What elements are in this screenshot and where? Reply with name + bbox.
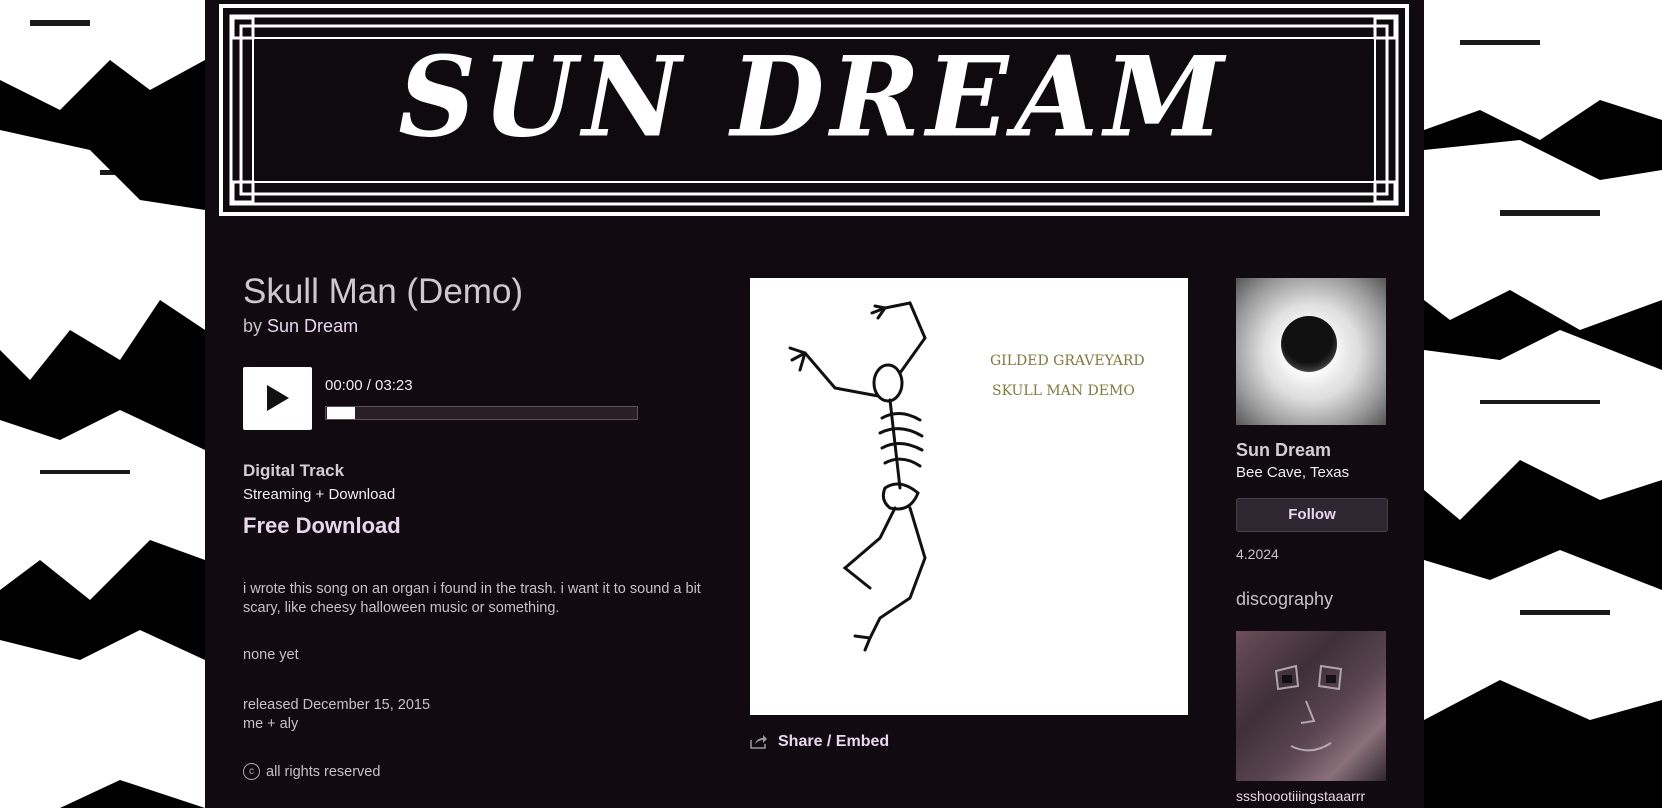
track-credits: released December 15, 2015 me + aly xyxy=(243,696,430,734)
band-location: Bee Cave, Texas xyxy=(1236,464,1350,481)
credits-text: me + aly xyxy=(243,716,299,732)
band-logo: SUN DREAM xyxy=(398,33,1230,163)
band-name[interactable]: Sun Dream xyxy=(1236,440,1331,461)
art-text-line1: GILDED GRAVEYARD xyxy=(990,353,1145,369)
license: c all rights reserved xyxy=(243,763,380,780)
discography-item-title[interactable]: ssshoootiiingstaaarrr xyxy=(1236,788,1365,804)
eclipse-image xyxy=(1281,316,1337,372)
track-lyrics: none yet xyxy=(243,647,299,663)
byline-prefix: by xyxy=(243,316,263,336)
time-display: 00:00 / 03:23 xyxy=(325,377,413,394)
album-page: SUN DREAM Skull Man (Demo) by Sun Dream … xyxy=(205,0,1424,808)
art-text-line2: SKULL MAN DEMO xyxy=(992,383,1135,399)
progress-bar[interactable] xyxy=(325,406,638,420)
play-icon xyxy=(267,385,289,411)
byline: by Sun Dream xyxy=(243,316,358,337)
progress-handle[interactable] xyxy=(327,407,355,419)
distorted-face-image xyxy=(1274,664,1343,752)
license-text: all rights reserved xyxy=(266,763,381,780)
follow-button[interactable]: Follow xyxy=(1236,498,1388,532)
share-embed-label: Share / Embed xyxy=(778,733,890,750)
track-about: i wrote this song on an organ i found in… xyxy=(243,581,701,616)
free-download-link[interactable]: Free Download xyxy=(243,513,401,539)
band-photo[interactable] xyxy=(1236,278,1386,425)
format-subtitle: Streaming + Download xyxy=(243,486,396,503)
header-banner[interactable]: SUN DREAM xyxy=(219,4,1409,216)
album-art[interactable]: GILDED GRAVEYARD SKULL MAN DEMO xyxy=(750,278,1188,715)
share-icon xyxy=(750,735,767,749)
copyright-icon: c xyxy=(243,763,260,780)
discography-item-art[interactable] xyxy=(1236,631,1386,781)
track-title: Skull Man (Demo) xyxy=(243,272,524,311)
skeleton-illustration xyxy=(788,301,927,652)
discography-heading: discography xyxy=(1236,589,1334,609)
artist-link[interactable]: Sun Dream xyxy=(267,316,358,336)
band-date: 4.2024 xyxy=(1236,546,1279,562)
share-embed-button[interactable]: Share / Embed xyxy=(750,733,889,751)
release-date: released December 15, 2015 xyxy=(243,697,431,713)
play-button[interactable] xyxy=(243,367,312,430)
format-title: Digital Track xyxy=(243,461,345,480)
